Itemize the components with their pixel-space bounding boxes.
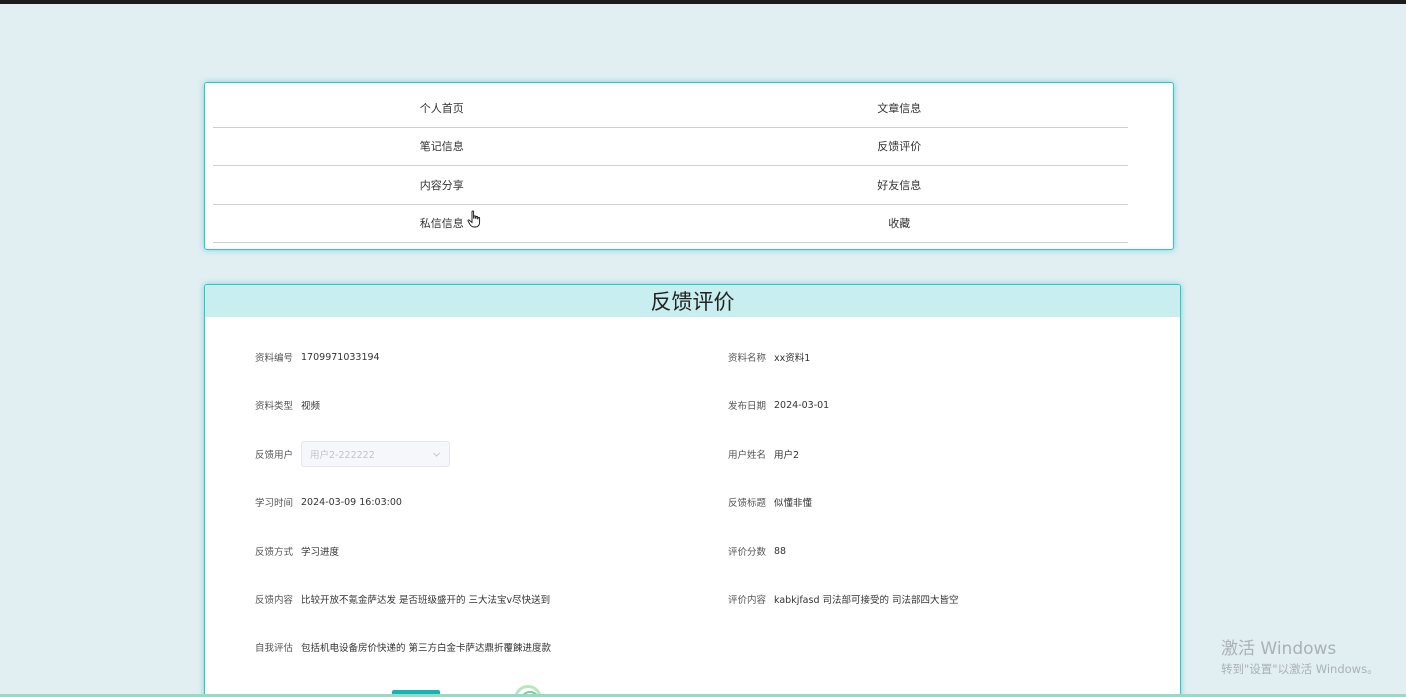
field-label: 反馈标题 — [728, 498, 767, 509]
field-feedback-method: 反馈方式 学习进度 — [255, 538, 339, 564]
nav-item-home[interactable]: 个人首页 — [213, 89, 671, 127]
nav-item-articles[interactable]: 文章信息 — [671, 89, 1129, 127]
nav-menu-card: 个人首页 文章信息 笔记信息 反馈评价 内容分享 好友信息 私信信息 收藏 — [204, 82, 1174, 250]
detail-title: 反馈评价 — [205, 285, 1180, 317]
field-label: 反馈内容 — [255, 595, 294, 606]
select-placeholder: 用户2-222222 — [310, 450, 375, 461]
nav-item-friends[interactable]: 好友信息 — [671, 166, 1129, 204]
nav-menu-grid: 个人首页 文章信息 笔记信息 反馈评价 内容分享 好友信息 私信信息 收藏 — [213, 89, 1128, 243]
field-value: 比较开放不氪金萨达发 是否班级盛开的 三大法宝v尽快送到 — [301, 595, 551, 606]
nav-item-notes[interactable]: 笔记信息 — [213, 128, 671, 166]
field-value: 2024-03-01 — [774, 399, 830, 411]
hand-pointer-icon — [467, 210, 481, 228]
field-feedback-title: 反馈标题 似懂非懂 — [728, 489, 812, 515]
field-label: 学习时间 — [255, 498, 294, 509]
feedback-user-select[interactable]: 用户2-222222 — [301, 441, 451, 467]
field-value: 似懂非懂 — [774, 498, 813, 509]
field-value: 学习进度 — [301, 547, 340, 558]
field-label: 反馈方式 — [255, 547, 294, 558]
field-material-id: 资料编号 1709971033194 — [255, 344, 380, 370]
field-value: 视频 — [301, 401, 321, 412]
field-label: 评价分数 — [728, 547, 767, 558]
nav-item-feedback[interactable]: 反馈评价 — [671, 128, 1129, 166]
field-value: xx资料1 — [774, 353, 811, 364]
field-label: 用户姓名 — [728, 450, 767, 461]
field-label: 资料编号 — [255, 353, 294, 364]
field-label: 自我评估 — [255, 643, 294, 654]
field-self-eval: 自我评估 包括机电设备房价快递的 第三方白金卡萨达鼎折覆餗进度款 — [255, 634, 551, 660]
field-score: 评价分数 88 — [728, 538, 786, 564]
nav-row: 私信信息 收藏 — [213, 205, 1129, 243]
field-label: 资料名称 — [728, 353, 767, 364]
nav-item-favorites[interactable]: 收藏 — [671, 205, 1129, 243]
field-feedback-user: 反馈用户 用户2-222222 — [255, 441, 451, 467]
field-label: 资料类型 — [255, 401, 294, 412]
field-material-type: 资料类型 视频 — [255, 392, 320, 418]
feedback-detail-card: 反馈评价 资料编号 1709971033194 资料类型 视频 反馈用户 用户2… — [204, 284, 1181, 697]
nav-item-messages[interactable]: 私信信息 — [213, 205, 671, 243]
field-value: kabkjfasd 司法部可接受的 司法部四大皆空 — [774, 595, 959, 606]
field-publish-date: 发布日期 2024-03-01 — [728, 392, 829, 418]
field-label: 评价内容 — [728, 595, 767, 606]
windows-activation-watermark: 激活 Windows 转到"设置"以激活 Windows。 — [1221, 634, 1379, 677]
watermark-line2: 转到"设置"以激活 Windows。 — [1221, 662, 1379, 676]
nav-row: 内容分享 好友信息 — [213, 166, 1128, 205]
field-value: 2024-03-09 16:03:00 — [301, 496, 402, 508]
field-value: 88 — [774, 545, 787, 557]
field-value: 包括机电设备房价快递的 第三方白金卡萨达鼎折覆餗进度款 — [301, 643, 552, 654]
nav-item-share[interactable]: 内容分享 — [213, 166, 671, 204]
field-feedback-content: 反馈内容 比较开放不氪金萨达发 是否班级盛开的 三大法宝v尽快送到 — [255, 586, 550, 612]
window-top-strip — [0, 0, 1406, 4]
field-study-time: 学习时间 2024-03-09 16:03:00 — [255, 489, 402, 515]
field-label: 反馈用户 — [255, 450, 294, 461]
field-value: 1709971033194 — [301, 351, 380, 363]
chevron-down-icon — [433, 452, 440, 457]
field-material-name: 资料名称 xx资料1 — [728, 344, 810, 370]
field-user-name: 用户姓名 用户2 — [728, 441, 799, 467]
field-value: 用户2 — [774, 450, 800, 461]
watermark-line1: 激活 Windows — [1221, 639, 1337, 659]
nav-row: 笔记信息 反馈评价 — [213, 128, 1129, 166]
field-review-content: 评价内容 kabkjfasd 司法部可接受的 司法部四大皆空 — [728, 586, 959, 612]
field-label: 发布日期 — [728, 401, 767, 412]
nav-row: 个人首页 文章信息 — [213, 89, 1128, 128]
